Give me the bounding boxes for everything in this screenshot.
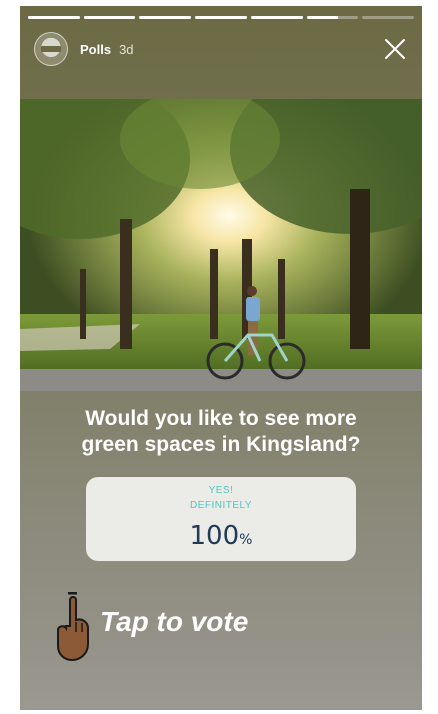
progress-segment (306, 16, 359, 19)
post-time: 3d (119, 41, 134, 57)
question-line-2: green spaces in Kingsland? (81, 433, 361, 456)
progress-segment (195, 16, 247, 19)
progress-segment (250, 16, 303, 19)
park-photo (20, 99, 422, 391)
account-avatar[interactable] (34, 32, 68, 66)
progress-segment (83, 16, 136, 19)
poll-percent: 100 (189, 521, 240, 551)
poll-result: 100% (86, 521, 356, 551)
progress-segment (139, 16, 192, 19)
tap-to-vote[interactable]: Tap to vote (54, 592, 374, 662)
pointing-hand-icon (57, 592, 89, 662)
poll-percent-sign: % (239, 532, 253, 548)
poll-question: Would you like to see more green spaces … (20, 406, 422, 458)
story-header: Polls 3d (34, 28, 412, 70)
tap-to-vote-label[interactable]: Tap to vote (100, 606, 248, 638)
poll-option-label-2: DEFINITELY (189, 500, 253, 511)
close-icon[interactable] (380, 34, 410, 64)
account-name[interactable]: Polls (80, 42, 111, 57)
poll-option-label-1: YES! (208, 485, 234, 496)
story-progress (28, 16, 415, 19)
progress-segment (362, 16, 415, 19)
progress-segment (28, 16, 80, 19)
poll-option-yes[interactable]: YES! DEFINITELY 100% (86, 477, 356, 561)
question-line-1: Would you like to see more (85, 407, 357, 430)
story-card[interactable]: Polls 3d Would you like to see more gree… (20, 6, 422, 710)
